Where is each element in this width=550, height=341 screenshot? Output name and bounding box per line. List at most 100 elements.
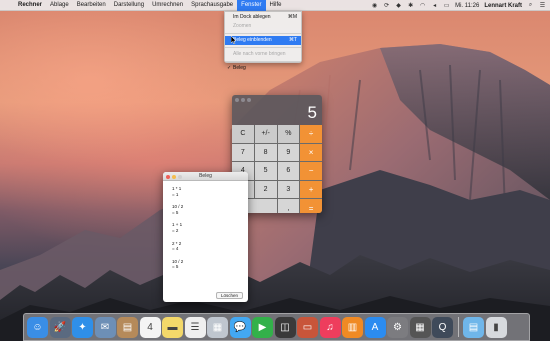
key-equals[interactable]: = xyxy=(300,199,322,213)
calculator-display: 5 xyxy=(232,95,322,125)
key-divide[interactable]: ÷ xyxy=(300,125,322,143)
menu-item-label: Zoomen xyxy=(233,23,252,29)
key-decimal[interactable]: , xyxy=(277,199,300,213)
wifi-icon[interactable]: ◠ xyxy=(419,2,426,9)
close-button[interactable] xyxy=(166,174,170,179)
presentation-icon[interactable]: ▭ xyxy=(297,316,318,338)
key-clear[interactable]: C xyxy=(232,125,254,143)
window-controls xyxy=(166,174,182,179)
sync-icon[interactable]: ⟳ xyxy=(383,2,390,9)
app-store-icon[interactable]: A xyxy=(364,316,386,338)
menu-item-beleg-window[interactable]: ✓ Beleg xyxy=(225,64,301,73)
music-icon[interactable]: ♫ xyxy=(319,316,341,338)
contacts-icon[interactable]: ▤ xyxy=(117,316,138,338)
calculator-icon[interactable]: ▦ xyxy=(409,316,431,338)
clear-button[interactable]: Löschen xyxy=(215,292,243,299)
dock: ☺ 🚀 ✦ ✉ ▤ 4 ▬ ☰ ▦ 💬 ▶ ◫ ▭ ♫ ▥ A ⚙ ▦ Q ▤ ▮ xyxy=(23,313,530,341)
tape-entry: 2 * 2 = 4 xyxy=(172,241,248,252)
menu-separator xyxy=(225,33,301,34)
menu-separator xyxy=(225,47,301,48)
tape-entry: 1 + 1 = 2 xyxy=(172,222,248,233)
menu-item-shortcut: ⌘T xyxy=(288,37,297,43)
minimize-button[interactable] xyxy=(172,174,176,179)
key-2[interactable]: 2 xyxy=(254,180,277,199)
messages-icon[interactable]: 💬 xyxy=(229,316,251,338)
menu-item-minimize[interactable]: Im Dock ablegen ⌘M xyxy=(225,13,301,22)
menu-item-bring-all-front[interactable]: Alle nach vorne bringen xyxy=(225,50,301,59)
key-subtract[interactable]: − xyxy=(300,162,322,180)
menu-item-label: Beleg xyxy=(233,65,246,71)
key-multiply[interactable]: × xyxy=(300,143,322,162)
tape-result: = 1 xyxy=(172,191,179,197)
zoom-button[interactable] xyxy=(178,174,182,179)
photo-booth-icon[interactable]: ◫ xyxy=(274,316,296,338)
spotlight-icon[interactable]: ⌕ xyxy=(527,2,534,9)
menu-umrechnen[interactable]: Umrechnen xyxy=(148,0,187,11)
reminders-icon[interactable]: ☰ xyxy=(184,316,206,338)
menu-separator xyxy=(225,61,301,62)
notification-center-icon[interactable]: ☰ xyxy=(539,2,546,9)
window-controls xyxy=(235,98,251,102)
system-preferences-icon[interactable]: ⚙ xyxy=(387,316,408,338)
menu-item-label: Im Dock ablegen xyxy=(233,14,271,20)
finder-icon[interactable]: ☺ xyxy=(27,316,48,338)
key-3[interactable]: 3 xyxy=(277,180,300,199)
menu-bar: Rechner Ablage Bearbeiten Darstellung Um… xyxy=(0,0,550,11)
tape-result: = 5 xyxy=(172,209,179,215)
checkmark-icon: ✓ xyxy=(227,65,232,71)
tape-result: = 2 xyxy=(172,227,179,233)
tape-content: 1 * 1 = 1 10 / 2 = 5 1 + 1 = 2 2 * 2 = 4 10 / 2 =… xyxy=(163,181,248,270)
menu-item-label: Alle nach vorne bringen xyxy=(233,51,286,57)
key-sign[interactable]: +/- xyxy=(254,125,277,143)
menu-item-shortcut: ⌘M xyxy=(287,14,297,20)
dropbox-icon[interactable]: ◆ xyxy=(395,2,402,9)
menu-item-zoom[interactable]: Zoomen xyxy=(225,22,301,31)
clock[interactable]: Mi. 11:26 xyxy=(455,3,479,9)
key-percent[interactable]: % xyxy=(277,125,300,143)
downloads-folder-icon[interactable]: ▤ xyxy=(463,316,484,338)
battery-icon[interactable]: ▭ xyxy=(443,2,450,9)
close-button[interactable] xyxy=(235,98,239,102)
zoom-button[interactable] xyxy=(247,98,251,102)
trash-icon[interactable]: ▮ xyxy=(485,316,507,338)
mail-stamp-icon[interactable]: ✉ xyxy=(94,316,116,338)
dock-separator xyxy=(457,317,459,337)
safari-icon[interactable]: ✦ xyxy=(72,316,93,338)
bluetooth-icon[interactable]: ✱ xyxy=(407,2,414,9)
menu-darstellung[interactable]: Darstellung xyxy=(110,0,148,11)
menu-rechner[interactable]: Rechner xyxy=(14,0,46,11)
calendar-icon[interactable]: 4 xyxy=(139,316,161,338)
record-icon[interactable]: ◉ xyxy=(371,2,378,9)
mouse-cursor-icon xyxy=(231,36,237,44)
status-area: ◉ ⟳ ◆ ✱ ◠ ◂ ▭ Mi. 11:26 Lennart Kraft ⌕ … xyxy=(371,0,546,11)
tape-entry: 10 / 2 = 5 xyxy=(172,259,248,270)
menu-bearbeiten[interactable]: Bearbeiten xyxy=(73,0,110,11)
quicktime-icon[interactable]: Q xyxy=(432,316,453,338)
tape-entry: 1 * 1 = 1 xyxy=(172,186,248,197)
tape-result: = 5 xyxy=(172,264,179,270)
facetime-icon[interactable]: ▶ xyxy=(252,316,273,338)
volume-icon[interactable]: ◂ xyxy=(431,2,438,9)
user-name[interactable]: Lennart Kraft xyxy=(484,3,522,9)
tape-entry: 10 / 2 = 5 xyxy=(172,204,248,215)
minimize-button[interactable] xyxy=(241,98,245,102)
menu-hilfe[interactable]: Hilfe xyxy=(266,0,286,11)
key-5[interactable]: 5 xyxy=(254,162,277,180)
tape-result: = 4 xyxy=(172,246,179,252)
menu-sprachausgabe[interactable]: Sprachausgabe xyxy=(187,0,237,11)
tape-titlebar: Beleg xyxy=(163,172,248,181)
notes-icon[interactable]: ▬ xyxy=(162,316,183,338)
tape-window: Beleg 1 * 1 = 1 10 / 2 = 51 + 1 = 22 * 2 = 41… xyxy=(163,172,248,302)
menu-fenster[interactable]: Fenster xyxy=(237,0,266,11)
key-add[interactable]: + xyxy=(300,180,322,199)
key-8[interactable]: 8 xyxy=(254,143,277,162)
menu-ablage[interactable]: Ablage xyxy=(46,0,73,11)
menu-item-label: Beleg einblenden xyxy=(233,37,272,43)
display-value: 5 xyxy=(307,103,317,122)
key-6[interactable]: 6 xyxy=(277,162,300,180)
launchpad-icon[interactable]: 🚀 xyxy=(49,316,71,338)
photos-icon[interactable]: ▦ xyxy=(207,316,228,338)
key-9[interactable]: 9 xyxy=(277,143,300,162)
books-icon[interactable]: ▥ xyxy=(342,316,363,338)
key-7[interactable]: 7 xyxy=(232,143,254,162)
